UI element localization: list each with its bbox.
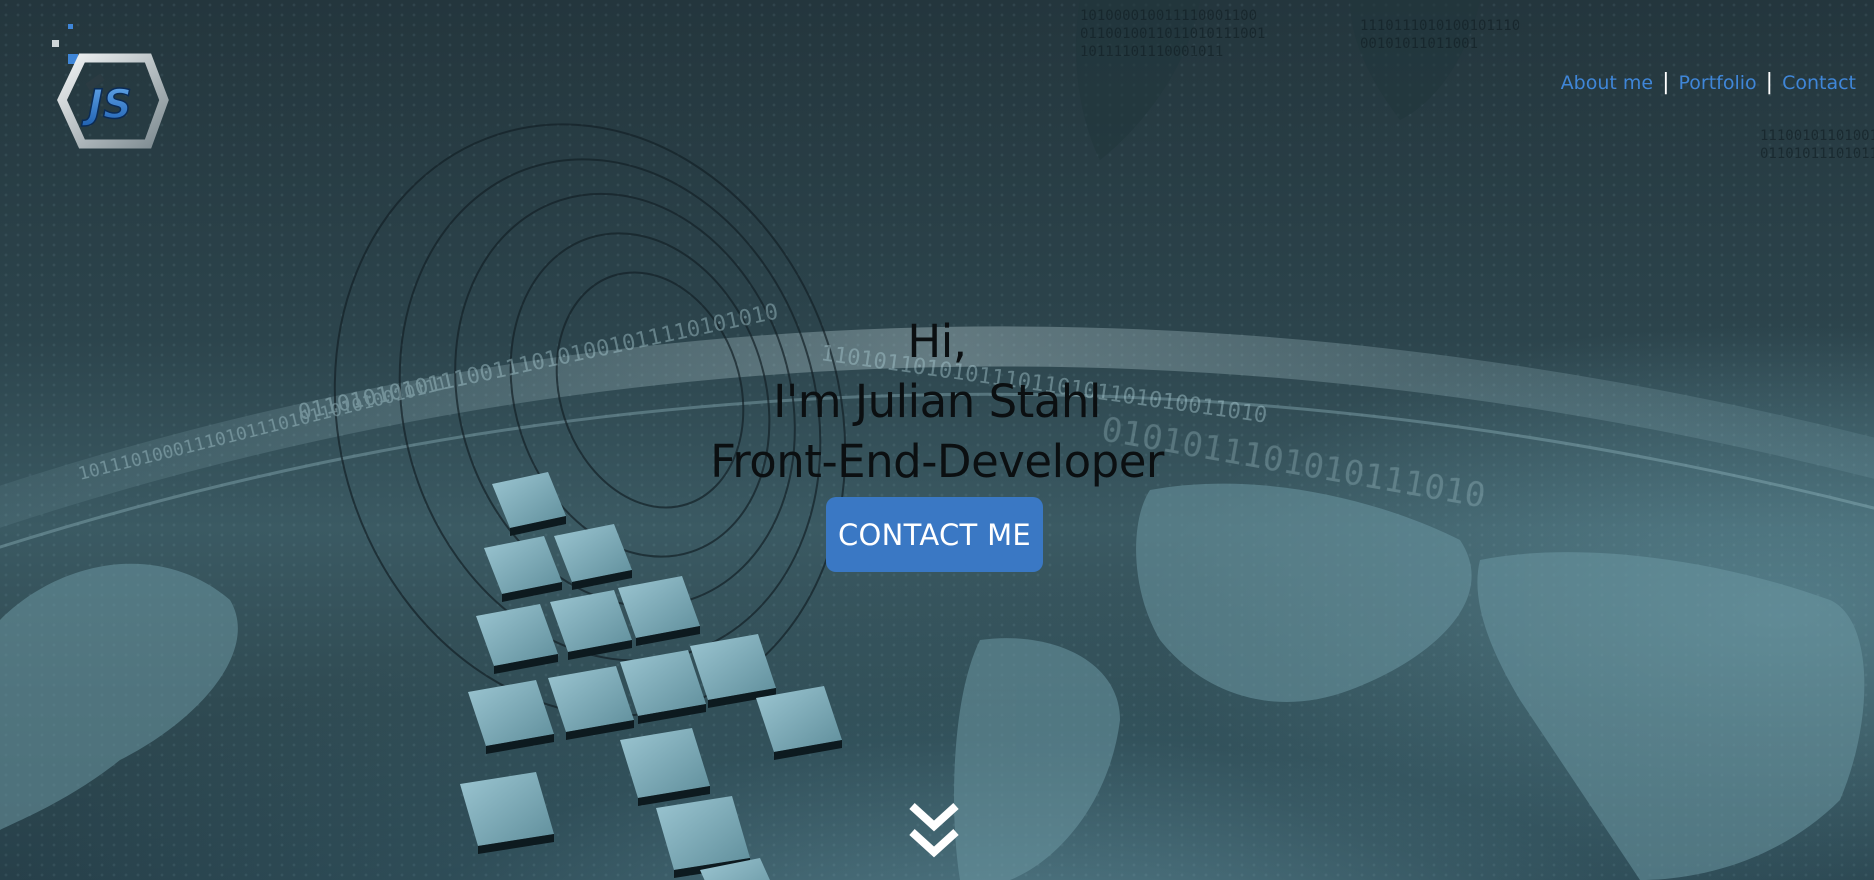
svg-text:10111101110001011: 10111101110001011 <box>1080 44 1223 60</box>
js-hexagon-logo-icon: JS <box>52 24 169 149</box>
nav-link-contact[interactable]: Contact <box>1782 72 1856 94</box>
headline-name: I'm Julian Stahl <box>773 375 1101 428</box>
svg-text:01101011101011: 01101011101011 <box>1760 146 1874 162</box>
svg-text:1110111010100101110: 1110111010100101110 <box>1360 18 1520 34</box>
double-chevron-down-icon[interactable] <box>906 800 962 862</box>
svg-text:JS: JS <box>81 82 132 128</box>
svg-text:0110010011011010111001: 0110010011011010111001 <box>1080 26 1265 42</box>
nav-link-about-me[interactable]: About me <box>1561 72 1653 94</box>
nav-link-portfolio[interactable]: Portfolio <box>1678 72 1756 94</box>
contact-me-button[interactable]: CONTACT ME <box>826 497 1043 572</box>
site-logo[interactable]: JS <box>52 22 172 154</box>
hero-headline: Hi, I'm Julian Stahl Front-End-Developer <box>0 312 1874 492</box>
headline-role: Front-End-Developer <box>710 435 1164 488</box>
svg-text:00101011011001: 00101011011001 <box>1360 36 1478 52</box>
hero-section: 0110101010111001110101001011110101010 11… <box>0 0 1874 880</box>
nav-separator: | <box>1765 70 1774 95</box>
top-nav: About me | Portfolio | Contact <box>1561 70 1856 95</box>
svg-text:11100101101001: 11100101101001 <box>1760 128 1874 144</box>
nav-separator: | <box>1662 70 1670 95</box>
headline-greeting: Hi, <box>907 315 967 368</box>
svg-text:101000010011110001100: 101000010011110001100 <box>1080 8 1257 24</box>
